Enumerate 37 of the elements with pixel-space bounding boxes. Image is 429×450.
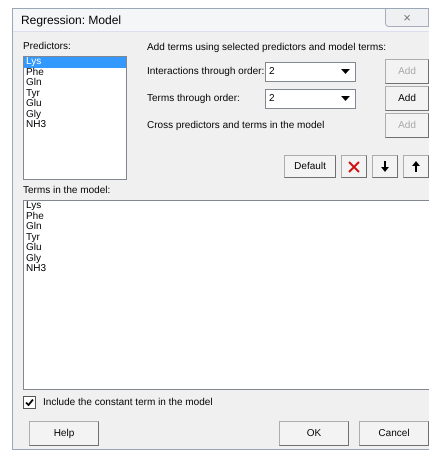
predictor-item[interactable]: Gln bbox=[24, 78, 126, 88]
predictors-label: Predictors: bbox=[23, 40, 72, 54]
order-dropdown[interactable]: 2 bbox=[265, 88, 356, 108]
add-terms-heading: Add terms using selected predictors and model terms: bbox=[147, 41, 387, 55]
cross-label: Cross predictors and terms in the model bbox=[147, 120, 324, 131]
down-arrow-icon bbox=[381, 161, 389, 172]
order-label: Terms through order: bbox=[147, 93, 241, 104]
predictor-item[interactable]: Tyr bbox=[24, 88, 126, 99]
delete-button[interactable] bbox=[341, 155, 367, 178]
predictor-item[interactable]: Glu bbox=[24, 99, 126, 110]
predictor-item[interactable]: Gly bbox=[24, 110, 126, 120]
terms-label: Terms in the model: bbox=[23, 184, 112, 198]
ok-button[interactable]: OK bbox=[279, 421, 349, 446]
close-button[interactable]: × bbox=[385, 9, 429, 27]
order-label: Interactions through order: bbox=[147, 66, 265, 77]
cancel-button[interactable]: Cancel bbox=[359, 421, 429, 446]
move-down-button[interactable] bbox=[372, 155, 398, 178]
constant-label: Include the constant term in the model bbox=[43, 397, 213, 408]
term-item[interactable]: Phe bbox=[24, 212, 429, 222]
up-arrow-icon bbox=[412, 161, 420, 172]
term-item[interactable]: Gln bbox=[24, 222, 429, 232]
constant-checkbox[interactable] bbox=[23, 396, 36, 409]
caret-icon bbox=[341, 96, 350, 101]
caret-icon bbox=[341, 69, 350, 74]
term-item[interactable]: Lys bbox=[24, 201, 429, 212]
term-item[interactable]: Tyr bbox=[24, 232, 429, 243]
term-item[interactable]: Glu bbox=[24, 243, 429, 254]
term-item[interactable]: Gly bbox=[24, 254, 429, 264]
predictor-item[interactable]: Phe bbox=[24, 68, 126, 78]
help-button[interactable]: Help bbox=[29, 421, 99, 446]
move-up-button[interactable] bbox=[403, 155, 429, 178]
window-title: Regression: Model bbox=[21, 13, 122, 27]
default-button[interactable]: Default bbox=[284, 155, 336, 178]
delete-icon bbox=[348, 160, 360, 172]
term-item[interactable]: NH3 bbox=[24, 264, 429, 274]
predictor-item[interactable]: NH3 bbox=[24, 120, 126, 130]
add-button[interactable]: Add bbox=[385, 86, 429, 111]
